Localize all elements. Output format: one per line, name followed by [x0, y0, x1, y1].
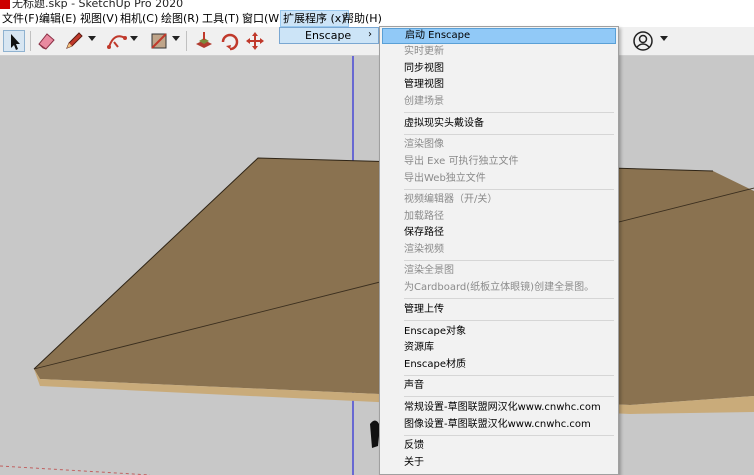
menu-separator: [404, 375, 614, 376]
select-tool-icon[interactable]: [3, 30, 25, 52]
menu-item-render-panorama[interactable]: 渲染全景图: [382, 263, 616, 279]
model-viewport[interactable]: [0, 56, 754, 475]
menu-item-sync-views[interactable]: 同步视图: [382, 61, 616, 77]
arc-icon[interactable]: [106, 30, 128, 52]
rectangle-icon[interactable]: [148, 30, 170, 52]
enscape-dropdown-menu: 启动 Enscape 实时更新 同步视图 管理视图 创建场景 虚拟现实头戴设备 …: [379, 26, 619, 475]
menu-view[interactable]: 视图(V): [78, 10, 120, 27]
menu-edit[interactable]: 编辑(E): [37, 10, 79, 27]
extensions-submenu-enscape[interactable]: Enscape ›: [279, 27, 379, 44]
toolbar-separator: [186, 31, 187, 51]
menu-item-sound[interactable]: 声音: [382, 378, 616, 394]
push-pull-icon[interactable]: [193, 30, 215, 52]
red-axis: [0, 465, 151, 475]
menu-item-start-enscape[interactable]: 启动 Enscape: [382, 28, 616, 44]
menu-item-general-settings[interactable]: 常规设置-草图联盟网汉化www.cnwhc.com: [382, 400, 616, 416]
menu-item-image-settings[interactable]: 图像设置-草图联盟汉化www.cnwhc.com: [382, 417, 616, 433]
menu-separator: [404, 320, 614, 321]
menu-item-load-path[interactable]: 加载路径: [382, 209, 616, 225]
menu-item-enscape-objects[interactable]: Enscape对象: [382, 324, 616, 340]
menu-camera[interactable]: 相机(C): [118, 10, 160, 27]
menu-item-about[interactable]: 关于: [382, 455, 616, 471]
menu-separator: [404, 189, 614, 190]
menu-item-manage-views[interactable]: 管理视图: [382, 77, 616, 93]
window-title: 无标题.skp - SketchUp Pro 2020: [12, 0, 184, 10]
menu-item-manage-uploads[interactable]: 管理上传: [382, 302, 616, 318]
menu-window[interactable]: 窗口(W): [240, 10, 285, 27]
account-icon[interactable]: [632, 30, 654, 52]
pencil-dropdown-icon[interactable]: [88, 36, 96, 41]
menu-separator: [404, 396, 614, 397]
rotate-icon[interactable]: [219, 30, 241, 52]
menu-separator: [404, 112, 614, 113]
menu-separator: [404, 298, 614, 299]
menu-item-enscape-materials[interactable]: Enscape材质: [382, 357, 616, 373]
menu-help[interactable]: 帮助(H): [341, 10, 384, 27]
enscape-submenu-label: Enscape: [305, 29, 352, 42]
menu-item-save-path[interactable]: 保存路径: [382, 225, 616, 241]
app-icon: [0, 0, 10, 9]
menu-item-export-web[interactable]: 导出Web独立文件: [382, 171, 616, 187]
move-icon[interactable]: [244, 30, 266, 52]
menu-extensions[interactable]: 扩展程序 (x): [280, 10, 349, 27]
eraser-icon[interactable]: [35, 30, 57, 52]
rectangle-dropdown-icon[interactable]: [172, 36, 180, 41]
menu-file[interactable]: 文件(F): [0, 10, 41, 27]
menu-item-feedback[interactable]: 反馈: [382, 438, 616, 454]
menu-draw[interactable]: 绘图(R): [159, 10, 201, 27]
menu-item-live-update[interactable]: 实时更新: [382, 44, 616, 60]
menu-item-render-video[interactable]: 渲染视频: [382, 242, 616, 258]
title-bar: 无标题.skp - SketchUp Pro 2020: [0, 0, 754, 10]
account-dropdown-icon[interactable]: [660, 36, 668, 41]
chevron-right-icon: ›: [368, 29, 372, 40]
menu-tools[interactable]: 工具(T): [200, 10, 241, 27]
arc-dropdown-icon[interactable]: [130, 36, 138, 41]
menu-separator: [404, 260, 614, 261]
menu-item-asset-library[interactable]: 资源库: [382, 340, 616, 356]
menu-separator: [404, 435, 614, 436]
menu-item-export-exe[interactable]: 导出 Exe 可执行独立文件: [382, 154, 616, 170]
menu-item-render-image[interactable]: 渲染图像: [382, 137, 616, 153]
menu-item-create-scene[interactable]: 创建场景: [382, 94, 616, 110]
menu-item-cardboard-panorama[interactable]: 为Cardboard(纸板立体眼镜)创建全景图。: [382, 280, 616, 296]
model-scene: [0, 56, 754, 475]
toolbar-separator: [30, 31, 31, 51]
menu-item-video-editor[interactable]: 视频编辑器（开/关）: [382, 192, 616, 208]
menu-item-vr-headset[interactable]: 虚拟现实头戴设备: [382, 116, 616, 132]
menu-separator: [404, 134, 614, 135]
pencil-icon[interactable]: [63, 30, 85, 52]
menu-bar: 文件(F) 编辑(E) 视图(V) 相机(C) 绘图(R) 工具(T) 窗口(W…: [0, 10, 754, 27]
